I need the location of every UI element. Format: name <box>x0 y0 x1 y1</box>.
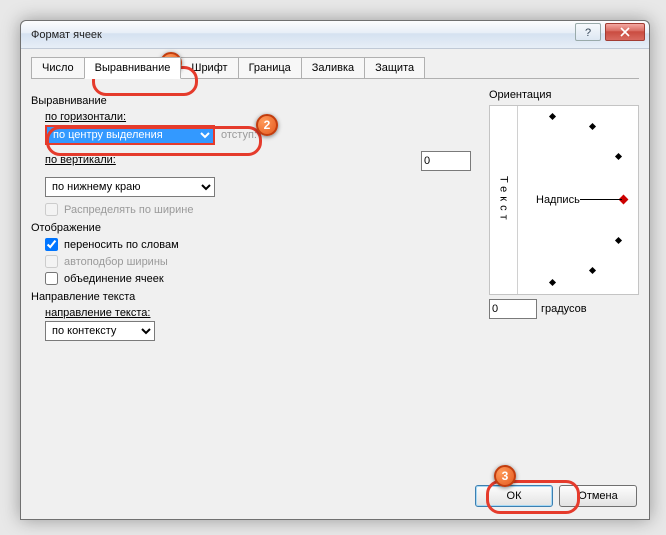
window-buttons: ? <box>575 23 645 41</box>
dialog-body: Число Выравнивание Шрифт Граница Заливка… <box>21 49 649 351</box>
alignment-group-title: Выравнивание <box>31 95 471 107</box>
orientation-box[interactable]: Текст Надпись <box>489 105 639 295</box>
close-button[interactable] <box>605 23 645 41</box>
direction-label: направление текста: <box>45 307 471 319</box>
horizontal-select[interactable]: по центру выделения <box>45 125 215 145</box>
orientation-point-icon <box>615 237 622 244</box>
indent-label: отступ: <box>221 129 257 141</box>
tab-font[interactable]: Шрифт <box>180 57 238 78</box>
orientation-vertical-text-box[interactable]: Текст <box>490 106 518 294</box>
help-button[interactable]: ? <box>575 23 601 41</box>
titlebar: Формат ячеек ? <box>21 21 649 49</box>
merge-checkbox[interactable] <box>45 272 58 285</box>
cancel-button[interactable]: Отмена <box>559 485 637 507</box>
tab-border[interactable]: Граница <box>238 57 302 78</box>
shrink-checkbox <box>45 255 58 268</box>
orientation-vertical-text: Текст <box>498 176 510 224</box>
tab-fill[interactable]: Заливка <box>301 57 365 78</box>
justify-checkbox <box>45 203 58 216</box>
orientation-line-icon <box>580 199 622 200</box>
wrap-label: переносить по словам <box>64 239 179 251</box>
orientation-point-icon <box>549 113 556 120</box>
degrees-label: градусов <box>541 303 587 315</box>
merge-label: объединение ячеек <box>64 273 164 285</box>
tab-number[interactable]: Число <box>31 57 85 78</box>
display-group-title: Отображение <box>31 222 471 234</box>
dialog-footer: ОК Отмена <box>475 485 637 507</box>
svg-text:?: ? <box>585 27 591 37</box>
tab-strip: Число Выравнивание Шрифт Граница Заливка… <box>31 57 639 79</box>
orientation-point-icon <box>615 153 622 160</box>
vertical-select[interactable]: по нижнему краю <box>45 177 215 197</box>
direction-select[interactable]: по контексту <box>45 321 155 341</box>
horizontal-label: по горизонтали: <box>45 111 471 123</box>
tab-protection[interactable]: Защита <box>364 57 425 78</box>
justify-label: Распределять по ширине <box>64 204 193 216</box>
wrap-checkbox[interactable] <box>45 238 58 251</box>
indent-input[interactable] <box>421 151 471 171</box>
orientation-point-icon <box>589 267 596 274</box>
ok-button[interactable]: ОК <box>475 485 553 507</box>
vertical-label: по вертикали: <box>45 154 116 166</box>
direction-group-title: Направление текста <box>31 291 471 303</box>
orientation-diag-label: Надпись <box>536 194 580 206</box>
dialog-window: Формат ячеек ? Число Выравнивание Шрифт … <box>20 20 650 520</box>
degrees-input[interactable] <box>489 299 537 319</box>
right-column: Ориентация Текст Надпись <box>489 89 639 341</box>
content-columns: Выравнивание по горизонтали: по центру в… <box>31 89 639 341</box>
tab-alignment[interactable]: Выравнивание <box>84 57 182 79</box>
left-column: Выравнивание по горизонтали: по центру в… <box>31 89 471 341</box>
orientation-point-icon <box>549 279 556 286</box>
orientation-point-icon <box>589 123 596 130</box>
shrink-label: автоподбор ширины <box>64 256 168 268</box>
window-title: Формат ячеек <box>31 29 102 41</box>
orientation-dial[interactable]: Надпись <box>518 106 638 294</box>
orientation-group-title: Ориентация <box>489 89 639 101</box>
